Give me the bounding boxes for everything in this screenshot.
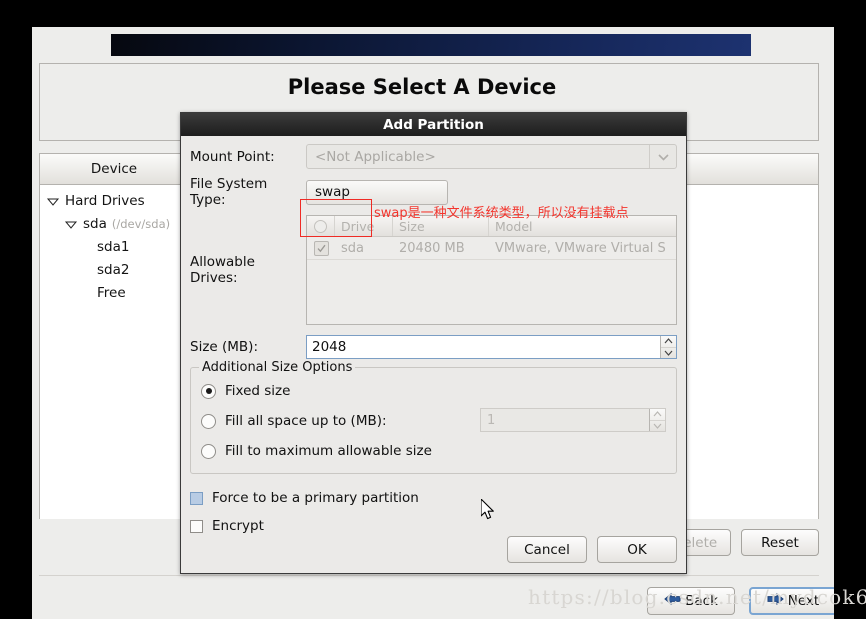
- mount-point-row: Mount Point: <Not Applicable>: [190, 144, 677, 169]
- additional-size-options-legend: Additional Size Options: [199, 360, 356, 375]
- stepper-down-icon[interactable]: [650, 421, 665, 432]
- radio-fixed-size[interactable]: Fixed size: [201, 378, 666, 404]
- divider: [39, 575, 819, 576]
- table-row[interactable]: sda 20480 MB VMware, VMware Virtual S: [307, 237, 676, 260]
- size-label: Size (MB):: [190, 339, 258, 355]
- cancel-button[interactable]: Cancel: [507, 536, 587, 563]
- drive-name: sda: [341, 240, 364, 256]
- size-row: Size (MB): 2048: [190, 335, 677, 359]
- allowable-drives-table: Drive Size Model sda 20480 MB VMware, VM…: [306, 215, 677, 325]
- tree-device-path: (/dev/sda): [111, 216, 171, 231]
- add-partition-dialog: Add Partition Mount Point: <Not Applicab…: [180, 112, 687, 574]
- radio-fill-all-space-label: Fill all space up to (MB):: [225, 413, 387, 429]
- annotation-text: swap是一种文件系统类型，所以没有挂载点: [374, 206, 629, 221]
- drive-checkbox[interactable]: [307, 240, 335, 256]
- chevron-down-icon[interactable]: [46, 194, 60, 208]
- allowable-drives-row: Allowable Drives: Drive Size Model sda 2…: [190, 215, 677, 325]
- circle-icon: [314, 219, 327, 233]
- fill-up-to-stepper[interactable]: [649, 409, 665, 431]
- dialog-button-bar: Cancel OK: [507, 536, 677, 563]
- reset-button[interactable]: Reset: [741, 529, 819, 556]
- mount-point-label: Mount Point:: [190, 148, 275, 165]
- column-header-device[interactable]: Device: [40, 154, 189, 184]
- page-title: Please Select A Device: [287, 75, 557, 99]
- radio-unselected-icon: [201, 443, 216, 459]
- fill-up-to-input[interactable]: 1: [480, 408, 666, 432]
- stepper-down-icon[interactable]: [661, 348, 676, 359]
- mount-point-value: <Not Applicable>: [315, 148, 436, 165]
- dialog-body: Mount Point: <Not Applicable> File Syste…: [181, 136, 686, 573]
- tree-label: sda2: [97, 261, 130, 278]
- mount-point-select[interactable]: <Not Applicable>: [306, 144, 677, 169]
- stepper-up-icon[interactable]: [661, 336, 676, 348]
- stepper-up-icon[interactable]: [650, 409, 665, 421]
- drive-size: 20480 MB: [399, 240, 465, 256]
- radio-selected-icon: [201, 383, 216, 399]
- dialog-title: Add Partition: [181, 113, 686, 136]
- checkbox-force-primary[interactable]: [190, 491, 203, 505]
- encrypt-label: Encrypt: [212, 518, 264, 534]
- radio-unselected-icon: [201, 413, 216, 429]
- file-system-type-value: swap: [315, 184, 350, 200]
- installer-banner: [111, 34, 751, 56]
- tree-label: sda: [83, 215, 107, 232]
- radio-fixed-size-label: Fixed size: [225, 383, 291, 399]
- allowable-drives-label: Allowable Drives:: [190, 254, 255, 286]
- force-primary-label: Force to be a primary partition: [212, 490, 419, 506]
- drive-model: VMware, VMware Virtual S: [495, 240, 666, 256]
- drives-column-header-select[interactable]: [307, 216, 335, 236]
- chevron-down-icon[interactable]: [64, 217, 78, 231]
- force-primary-row[interactable]: Force to be a primary partition: [190, 486, 677, 510]
- tree-label: Hard Drives: [65, 192, 145, 209]
- size-stepper[interactable]: [660, 336, 676, 358]
- size-value: 2048: [312, 339, 347, 355]
- tree-label: sda1: [97, 238, 130, 255]
- radio-fill-max-label: Fill to maximum allowable size: [225, 443, 432, 459]
- additional-size-options-group: Additional Size Options Fixed size Fill …: [190, 360, 677, 474]
- checkbox-checked-icon: [313, 240, 329, 256]
- fill-up-to-value: 1: [487, 412, 496, 428]
- radio-fill-max[interactable]: Fill to maximum allowable size: [201, 438, 666, 464]
- file-system-type-select[interactable]: swap: [306, 179, 448, 205]
- chevron-down-icon[interactable]: [649, 145, 676, 168]
- size-input[interactable]: 2048: [306, 335, 677, 359]
- tree-label: Free: [97, 284, 126, 301]
- encrypt-row[interactable]: Encrypt: [190, 514, 677, 538]
- ok-button[interactable]: OK: [597, 536, 677, 563]
- screenshot-root: Please Select A Device Device Hard Drive…: [0, 0, 866, 619]
- checkbox-encrypt[interactable]: [190, 519, 203, 533]
- watermark-text: https://blog.csdn.net/mydcok666: [528, 585, 866, 609]
- file-system-type-label: File System Type:: [190, 176, 268, 208]
